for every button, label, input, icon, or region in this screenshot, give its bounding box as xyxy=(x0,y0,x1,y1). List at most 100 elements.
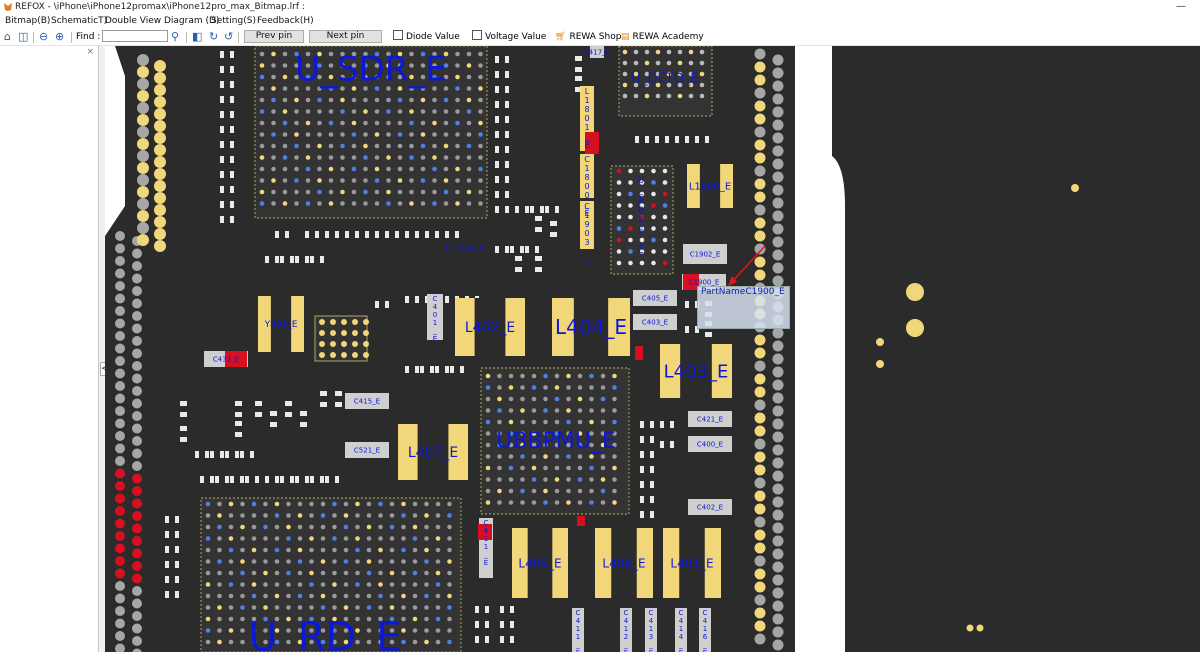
voltage-value-checkbox[interactable]: Voltage Value xyxy=(472,29,546,45)
edge-pad xyxy=(115,331,125,341)
zoom-out-icon[interactable]: ⊖ xyxy=(39,30,48,44)
ball-pad xyxy=(435,639,441,645)
ball-pad xyxy=(294,132,299,137)
edge-pad xyxy=(115,418,125,429)
ball-pad xyxy=(251,593,257,599)
component-label-char: _ xyxy=(575,641,580,649)
ball-pad xyxy=(600,465,606,471)
ball-pad xyxy=(566,396,571,402)
prev-pin-button[interactable]: Prev pin xyxy=(244,30,304,43)
find-input[interactable] xyxy=(102,30,168,42)
panel-toggle-icon[interactable]: ◧ xyxy=(192,30,202,44)
smd-pad xyxy=(299,476,305,483)
ball-pad xyxy=(374,143,380,149)
ball-pad xyxy=(355,501,360,507)
edge-pad xyxy=(115,393,125,404)
ball-pad xyxy=(577,477,583,482)
rewa-shop-link[interactable]: 🛒︎ REWA Shop xyxy=(555,29,621,45)
ball-pad xyxy=(397,201,403,206)
ball-pad xyxy=(401,524,406,530)
test-pad xyxy=(906,283,924,301)
component-label-char: _ xyxy=(638,236,644,246)
ball-pad xyxy=(363,341,369,347)
smd-pad xyxy=(439,366,445,373)
next-pin-button[interactable]: Next pin xyxy=(309,30,382,43)
edge-pad xyxy=(154,216,166,228)
home-icon[interactable]: ⌂ xyxy=(4,30,11,44)
ball-pad xyxy=(274,570,280,576)
ball-pad xyxy=(389,536,395,541)
ball-pad xyxy=(478,109,483,114)
menu-setting[interactable]: Setting(S) xyxy=(211,14,256,29)
checkbox-box[interactable] xyxy=(393,30,403,40)
component-label-char: 0 xyxy=(584,182,589,191)
ball-pad xyxy=(282,132,288,137)
edge-pad xyxy=(754,633,766,645)
highlight-pad xyxy=(635,346,643,360)
ball-pad xyxy=(341,352,347,358)
edge-pad xyxy=(754,152,766,164)
ball-pad xyxy=(374,132,380,137)
ball-pad xyxy=(401,547,406,553)
ball-pad xyxy=(543,488,548,494)
smd-pad xyxy=(689,301,695,308)
edge-pad xyxy=(754,217,766,229)
ball-pad xyxy=(363,166,368,172)
board-canvas[interactable]: U_SDR_E U_DETO_E L 1 8 0 1 _ E C 1 8 0 0 _ E C 1 9 0 3 _ E U _ A R… xyxy=(105,46,1200,652)
ball-pad xyxy=(485,477,491,482)
component-label: C521_E xyxy=(354,447,380,455)
rewa-academy-link[interactable]: ▤ REWA Academy xyxy=(621,29,704,45)
ball-pad xyxy=(435,605,441,610)
close-panel-button[interactable]: × xyxy=(86,47,94,57)
component-label-char: 1 xyxy=(624,625,628,633)
smd-pad xyxy=(329,476,335,483)
menu-feedback[interactable]: Feedback(H) xyxy=(257,14,314,29)
minimize-button[interactable]: — xyxy=(1176,0,1186,14)
ball-pad xyxy=(332,570,337,576)
edge-pad xyxy=(754,269,766,281)
ball-pad xyxy=(297,547,303,553)
edge-pad xyxy=(137,102,149,114)
smd-pad xyxy=(429,231,435,238)
rotate-right-icon[interactable]: ↻ xyxy=(209,30,218,44)
ball-pad xyxy=(628,168,633,174)
ball-pad xyxy=(485,465,491,471)
smd-pad xyxy=(249,476,255,483)
ball-pad xyxy=(294,109,299,114)
ball-pad xyxy=(577,500,583,505)
edge-pad xyxy=(132,623,142,634)
ball-pad xyxy=(443,201,449,206)
ball-pad xyxy=(424,605,429,610)
edge-pad xyxy=(115,293,125,304)
ball-pad xyxy=(455,120,460,126)
edge-pad xyxy=(137,54,149,66)
menu-schematic[interactable]: SchematicT) xyxy=(51,14,107,29)
split-view-icon[interactable]: ◫ xyxy=(18,30,28,44)
ball-pad xyxy=(628,191,633,197)
diode-value-checkbox[interactable]: Diode Value xyxy=(393,29,460,45)
smd-pad xyxy=(180,406,187,412)
rotate-left-icon[interactable]: ↺ xyxy=(224,30,233,44)
smd-pad xyxy=(284,256,290,263)
edge-pad xyxy=(772,548,784,560)
ball-pad xyxy=(651,180,656,185)
ball-pad xyxy=(363,201,368,206)
checkbox-box[interactable] xyxy=(472,30,482,40)
component-label-char: 6 xyxy=(703,633,708,641)
menu-double-view[interactable]: Double View Diagram (D) xyxy=(105,14,219,29)
zoom-in-icon[interactable]: ⊕ xyxy=(55,30,64,44)
menu-bitmap[interactable]: Bitmap(B) xyxy=(5,14,50,29)
component-label-char: 9 xyxy=(584,220,589,229)
ball-pad xyxy=(363,189,368,195)
ball-pad xyxy=(666,93,672,99)
ball-pad xyxy=(217,513,222,518)
ball-pad xyxy=(332,513,337,518)
ball-pad xyxy=(343,547,349,553)
rewa-shop-label: REWA Shop xyxy=(569,32,622,42)
board-view[interactable]: U_SDR_E U_DETO_EL 1 8 0 1 _ EC 1 8 0 0 _ EC 1 9 0 3 _ EU _ A R… xyxy=(105,46,1200,652)
edge-pad xyxy=(115,231,125,241)
ball-pad xyxy=(589,373,594,379)
search-icon[interactable]: ⚲ xyxy=(171,30,179,44)
ball-pad xyxy=(259,86,265,91)
ball-pad xyxy=(466,143,472,149)
